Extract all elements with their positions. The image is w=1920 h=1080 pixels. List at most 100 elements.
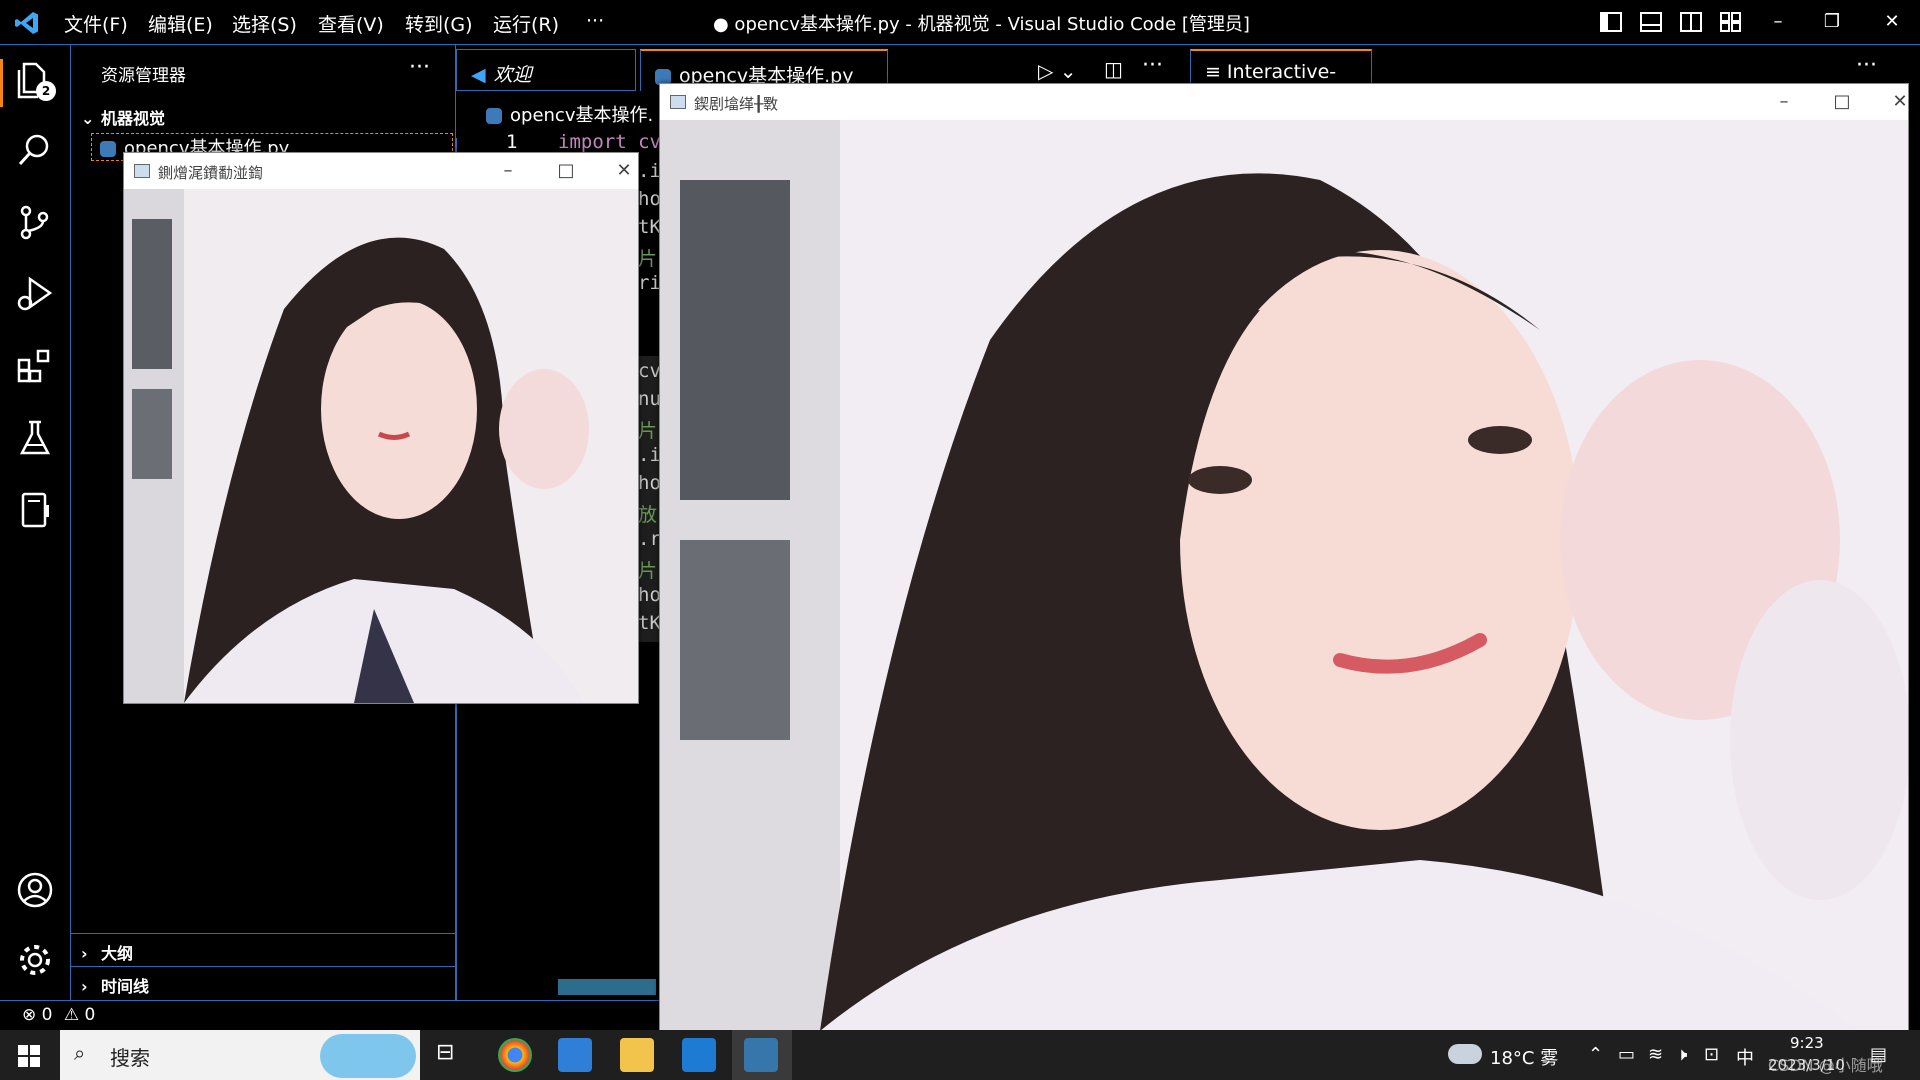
file-explorer-icon[interactable] [620, 1038, 654, 1072]
menu-view[interactable]: 查看(V) [318, 10, 384, 37]
minimize-button[interactable]: – [1758, 8, 1798, 36]
code-fragment: .r [638, 528, 661, 550]
customize-layout-icon[interactable] [1720, 12, 1742, 32]
tab-welcome[interactable]: ◀ 欢迎 [456, 49, 636, 91]
volume-mute-icon[interactable]: 🕨 [1676, 1044, 1687, 1065]
clock-time[interactable]: 9:23 [1790, 1034, 1824, 1052]
app-icon [670, 95, 686, 109]
explorer-more-button[interactable]: ··· [409, 55, 430, 80]
folder-header[interactable]: ⌄ 机器视觉 [81, 105, 165, 129]
line-number: 1 [506, 131, 518, 153]
toggle-panel-icon[interactable] [1640, 12, 1662, 32]
window-title: ● opencv基本操作.py - 机器视觉 - Visual Studio C… [713, 14, 1250, 35]
extensions-icon[interactable] [16, 347, 54, 385]
close-button[interactable]: ✕ [1880, 88, 1920, 116]
taskbar: ⌕ 搜索 ⊟ 18°C 雾 ⌃ ▭ ≋ 🕨 ⊡ 中 9:23 2023/3/10… [0, 1030, 1920, 1080]
ime-indicator[interactable]: 中 [1736, 1044, 1754, 1070]
testing-icon[interactable] [16, 419, 54, 457]
weather-cloud-icon[interactable] [1448, 1044, 1482, 1064]
python-icon [744, 1038, 778, 1072]
menu-file[interactable]: 文件(F) [64, 10, 128, 37]
taskbar-search[interactable]: ⌕ 搜索 [60, 1030, 420, 1080]
code-fragment: nu [638, 388, 661, 410]
code-fragment: ho [638, 188, 661, 210]
menu-run[interactable]: 运行(R) [493, 10, 559, 37]
activity-bar: 2 [0, 45, 71, 1030]
folder-name: 机器视觉 [101, 109, 166, 128]
breadcrumb[interactable]: opencv基本操作. [486, 101, 653, 127]
vscode-logo-icon [15, 12, 38, 34]
split-editor-icon[interactable]: ◫ [1104, 57, 1123, 81]
code-fragment: 片 [638, 420, 658, 442]
original-photo [124, 189, 638, 703]
menu-edit[interactable]: 编辑(E) [148, 10, 213, 37]
chrome-icon[interactable] [498, 1038, 532, 1072]
horizontal-scrollbar[interactable] [558, 979, 656, 995]
search-placeholder: 搜索 [110, 1046, 150, 1070]
task-view-icon[interactable]: ⊟ [436, 1040, 454, 1065]
timeline-section[interactable]: › 时间线 [71, 966, 455, 999]
code-fragment: ho [638, 472, 661, 494]
code-fragment: tK [638, 612, 661, 634]
vscode-taskbar-icon[interactable] [682, 1038, 716, 1072]
image-window-titlebar[interactable]: 鍘熷浘鐨勫湴鍧 – □ ✕ [124, 153, 638, 189]
watermark: CSDN @小随哦 [1768, 1056, 1883, 1075]
chevron-right-icon: › [81, 977, 88, 996]
settings-gear-icon[interactable] [16, 941, 54, 979]
close-button[interactable]: ✕ [1872, 8, 1912, 36]
status-bar: ⊗ 0 ⚠ 0 [0, 1000, 660, 1031]
explorer-badge: 2 [36, 81, 56, 101]
minimize-button[interactable]: – [1764, 88, 1804, 116]
code-fragment: 片 [638, 248, 658, 270]
battery-icon[interactable]: ▭ [1618, 1044, 1635, 1065]
maximize-button[interactable]: □ [546, 157, 586, 185]
toggle-sidebar-icon[interactable] [1600, 12, 1622, 32]
toggle-secondary-sidebar-icon[interactable] [1680, 12, 1702, 32]
warning-icon: ⚠ [63, 1005, 80, 1025]
network-icon[interactable]: ⊡ [1704, 1044, 1719, 1065]
source-control-icon[interactable] [16, 203, 54, 241]
chevron-right-icon: › [81, 944, 88, 963]
menu-more[interactable]: ··· [586, 10, 604, 32]
problems-indicator[interactable]: ⊗ 0 ⚠ 0 [22, 1005, 95, 1025]
code-fragment: cv [638, 360, 661, 382]
breadcrumb-file: opencv基本操作. [510, 105, 654, 126]
search-icon[interactable] [16, 131, 54, 169]
restore-button[interactable]: ❐ [1812, 8, 1852, 36]
error-count: 0 [41, 1005, 53, 1025]
wifi-icon[interactable]: ≋ [1648, 1044, 1663, 1065]
outline-label: 大纲 [101, 944, 134, 963]
app-icon [134, 164, 150, 178]
outline-section[interactable]: › 大纲 [71, 933, 455, 966]
interactive-more-button[interactable]: ··· [1856, 53, 1877, 78]
editor-more-button[interactable]: ··· [1142, 53, 1163, 78]
chevron-up-icon[interactable]: ⌃ [1588, 1044, 1603, 1065]
image-window-titlebar[interactable]: 鍥剧墖缂╂斁 – □ ✕ [660, 84, 1908, 120]
tab-welcome-label: 欢迎 [493, 64, 532, 86]
code-fragment: ho [638, 584, 661, 606]
notification-icon[interactable]: ▤ [1870, 1044, 1887, 1065]
close-button[interactable]: ✕ [604, 157, 644, 185]
code-line[interactable]: import cv [558, 131, 661, 153]
maximize-button[interactable]: □ [1822, 88, 1862, 116]
menu-selection[interactable]: 选择(S) [232, 10, 297, 37]
phone-link-icon[interactable] [558, 1038, 592, 1072]
resized-image-window[interactable]: 鍥剧墖缂╂斁 – □ ✕ [659, 83, 1909, 1032]
explorer-icon[interactable]: 2 [16, 61, 56, 101]
menu-go[interactable]: 转到(G) [405, 10, 473, 37]
active-indicator [0, 59, 3, 107]
minimize-button[interactable]: – [488, 157, 528, 185]
accounts-icon[interactable] [16, 871, 54, 909]
run-debug-icon[interactable] [16, 275, 54, 313]
image-window-title: 鍥剧墖缂╂斁 [694, 95, 779, 113]
python-taskbar-item[interactable] [732, 1030, 792, 1080]
windows-start-icon[interactable] [18, 1045, 40, 1067]
run-python-icon[interactable]: ▷ ⌄ [1038, 59, 1077, 83]
python-file-icon [100, 141, 116, 157]
explorer-title: 资源管理器 [101, 66, 186, 86]
original-image-window[interactable]: 鍘熷浘鐨勫湴鍧 – □ ✕ [123, 152, 639, 704]
code-fragment: 放 [638, 504, 658, 526]
notebook-icon[interactable] [16, 491, 54, 529]
weather-text[interactable]: 18°C 雾 [1490, 1044, 1558, 1070]
search-icon: ⌕ [74, 1041, 86, 1065]
